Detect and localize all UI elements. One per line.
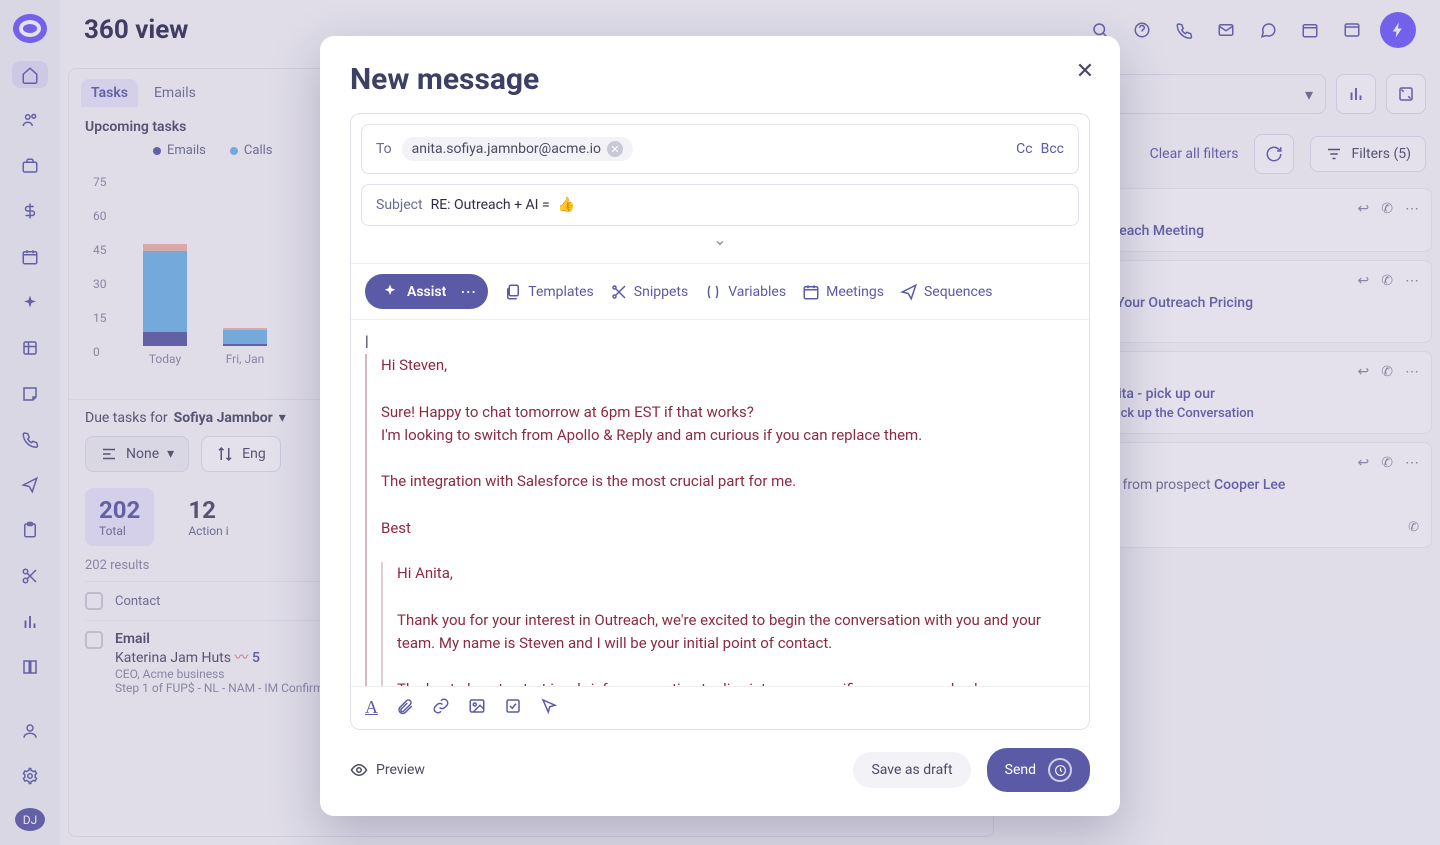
compose-modal: New message ✕ To anita.sofiya.jamnbor@ac…	[320, 36, 1120, 816]
variables-button[interactable]: Variables	[704, 283, 786, 301]
compose-toolbar: Assist ⋯ Templates Snippets Variables Me…	[351, 263, 1089, 320]
snippets-button[interactable]: Snippets	[610, 283, 688, 301]
meetings-button[interactable]: Meetings	[802, 283, 884, 301]
subject-value: RE: Outreach + AI =	[431, 197, 550, 213]
send-button[interactable]: Send	[987, 748, 1090, 792]
subject-field[interactable]: Subject RE: Outreach + AI = 👍	[361, 184, 1079, 226]
recipient-chip: anita.sofiya.jamnbor@acme.io✕	[402, 137, 633, 161]
image-icon[interactable]	[468, 697, 486, 719]
bcc-link[interactable]: Bcc	[1041, 141, 1064, 157]
sequences-button[interactable]: Sequences	[900, 283, 993, 301]
cursor-icon[interactable]	[540, 697, 558, 719]
cc-link[interactable]: Cc	[1016, 141, 1032, 157]
modal-title: New message	[350, 62, 1090, 97]
format-toolbar: A	[351, 686, 1089, 729]
close-icon[interactable]: ✕	[1070, 56, 1100, 86]
expand-handle[interactable]: ⌄	[351, 226, 1089, 253]
schedule-icon[interactable]	[1048, 758, 1072, 782]
assist-more-button[interactable]: ⋯	[448, 274, 488, 309]
save-draft-button[interactable]: Save as draft	[853, 752, 970, 788]
checkbox-icon[interactable]	[504, 697, 522, 719]
templates-button[interactable]: Templates	[504, 283, 594, 301]
chip-remove-icon[interactable]: ✕	[607, 141, 623, 157]
attachment-icon[interactable]	[396, 697, 414, 719]
text-format-icon[interactable]: A	[365, 697, 378, 719]
message-body[interactable]: | Hi Steven, Sure! Happy to chat tomorro…	[351, 320, 1089, 686]
thumbs-up-icon: 👍	[558, 197, 575, 213]
compose-modal-backdrop: New message ✕ To anita.sofiya.jamnbor@ac…	[0, 0, 1440, 845]
preview-link[interactable]: Preview	[350, 761, 425, 779]
link-icon[interactable]	[432, 697, 450, 719]
to-field[interactable]: To anita.sofiya.jamnbor@acme.io✕ CcBcc	[361, 124, 1079, 174]
